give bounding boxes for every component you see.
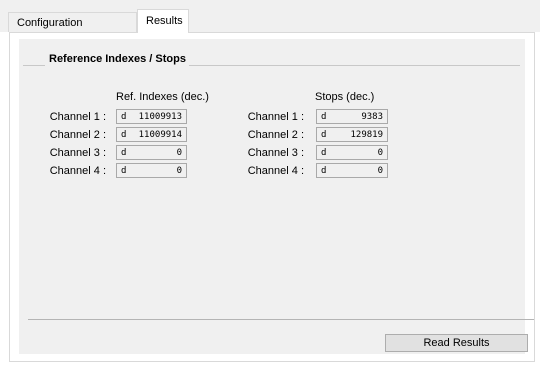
stop-channel-3-label: Channel 3 : — [247, 147, 304, 159]
stop-channel-4-label: Channel 4 : — [247, 165, 304, 177]
ref-channel-2-value: 11009914 — [138, 130, 182, 140]
ref-channel-3-prefix: d — [121, 148, 127, 158]
ref-channel-2-field[interactable]: d 11009914 — [116, 127, 187, 142]
ref-channel-1-label: Channel 1 : — [49, 111, 106, 123]
group-title: Reference Indexes / Stops — [47, 52, 188, 66]
bottom-separator — [28, 319, 534, 320]
ref-channel-2-label: Channel 2 : — [49, 129, 106, 141]
stop-channel-1-label: Channel 1 : — [247, 111, 304, 123]
ref-channel-2-prefix: d — [121, 130, 127, 140]
stop-channel-4-field[interactable]: d 0 — [316, 163, 388, 178]
stop-channel-2-value: 129819 — [350, 130, 383, 140]
stop-channel-1-value: 9383 — [361, 112, 383, 122]
read-results-button[interactable]: Read Results — [385, 334, 528, 352]
results-panel: Reference Indexes / Stops Ref. Indexes (… — [9, 32, 535, 362]
stop-channel-2-prefix: d — [321, 130, 327, 140]
group-border-right — [189, 65, 520, 66]
stop-channel-3-prefix: d — [321, 148, 327, 158]
tab-strip: Configuration Registers Results — [0, 0, 540, 49]
ref-channel-3-value: 0 — [176, 148, 182, 158]
ref-indexes-header: Ref. Indexes (dec.) — [116, 91, 209, 103]
ref-channel-3-label: Channel 3 : — [49, 147, 106, 159]
ref-channel-4-prefix: d — [121, 166, 127, 176]
group-border-left — [23, 65, 45, 66]
stop-channel-2-label: Channel 2 : — [247, 129, 304, 141]
tab-results[interactable]: Results — [137, 9, 189, 33]
stop-channel-1-prefix: d — [321, 112, 327, 122]
ref-channel-4-value: 0 — [176, 166, 182, 176]
tab-configuration-registers[interactable]: Configuration Registers — [8, 12, 137, 49]
ref-channel-1-field[interactable]: d 11009913 — [116, 109, 187, 124]
stop-channel-3-field[interactable]: d 0 — [316, 145, 388, 160]
ref-channel-4-label: Channel 4 : — [49, 165, 106, 177]
ref-channel-1-value: 11009913 — [138, 112, 182, 122]
ref-channel-1-prefix: d — [121, 112, 127, 122]
stop-channel-4-value: 0 — [377, 166, 383, 176]
stop-channel-4-prefix: d — [321, 166, 327, 176]
stop-channel-3-value: 0 — [377, 148, 383, 158]
stop-channel-2-field[interactable]: d 129819 — [316, 127, 388, 142]
stops-header: Stops (dec.) — [315, 91, 375, 103]
stop-channel-1-field[interactable]: d 9383 — [316, 109, 388, 124]
ref-channel-3-field[interactable]: d 0 — [116, 145, 187, 160]
ref-channel-4-field[interactable]: d 0 — [116, 163, 187, 178]
results-content: Reference Indexes / Stops Ref. Indexes (… — [19, 39, 534, 354]
